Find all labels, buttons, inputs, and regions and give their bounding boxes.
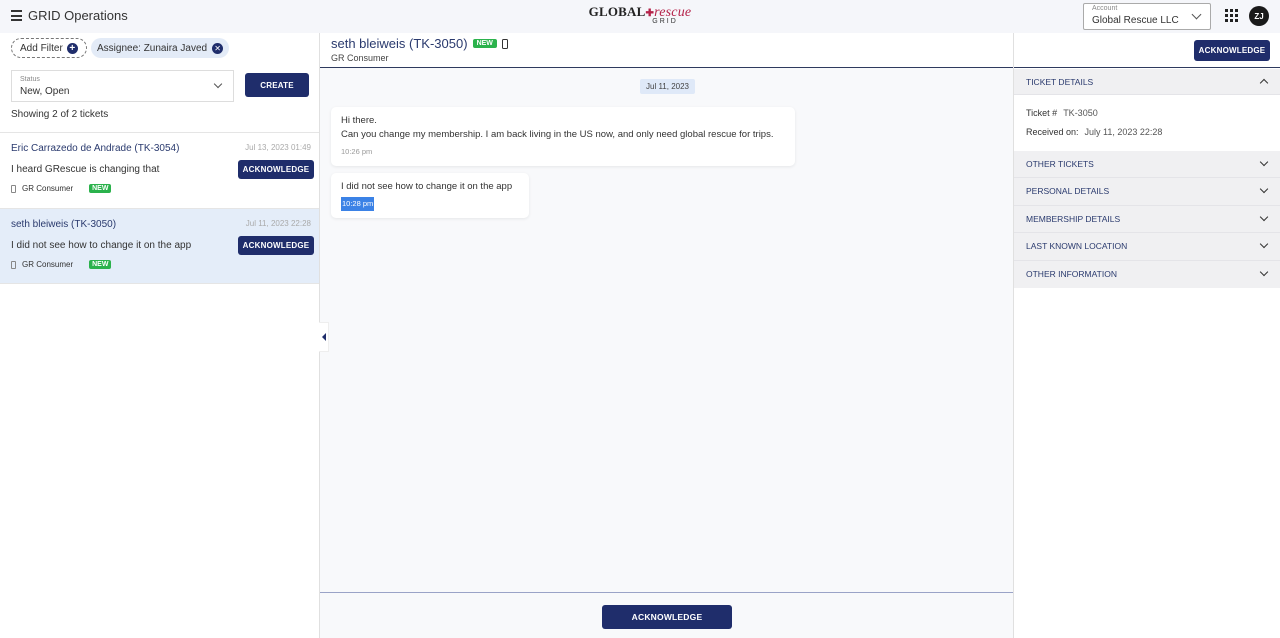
ticket-details-content: Ticket # TK-3050 Received on: July 11, 202… — [1014, 95, 1280, 150]
accordion-other-tickets[interactable]: OTHER TICKETS — [1014, 151, 1280, 178]
received-on-label: Received on: — [1026, 127, 1079, 137]
status-label: Status — [20, 76, 40, 83]
chevron-down-icon — [1191, 9, 1202, 20]
accordion-title: OTHER TICKETS — [1026, 159, 1094, 169]
accordion-title: LAST KNOWN LOCATION — [1026, 241, 1128, 251]
accordion-title: OTHER INFORMATION — [1026, 269, 1117, 279]
new-badge: NEW — [472, 39, 497, 48]
mobile-phone-icon — [11, 260, 16, 269]
ticket-number-label: Ticket # — [1026, 108, 1058, 118]
accordion-ticket-details[interactable]: TICKET DETAILS — [1014, 69, 1280, 95]
message-time: 10:28 pm — [341, 197, 375, 211]
ticket-source: GR Consumer — [22, 184, 74, 193]
chat-title: seth bleiweis (TK-3050) NEW — [331, 36, 508, 51]
message-time: 10:26 pm — [341, 147, 373, 156]
ticket-message: I heard GRescue is changing that — [11, 164, 160, 175]
chevron-up-icon — [1259, 78, 1269, 88]
account-label: Account — [1092, 5, 1118, 12]
mobile-phone-icon — [501, 38, 508, 49]
ticket-source: GR Consumer — [22, 260, 74, 269]
ticket-row[interactable]: seth bleiweis (TK-3050) Jul 11, 2023 22:… — [0, 208, 319, 283]
accordion-last-known-location[interactable]: LAST KNOWN LOCATION — [1014, 233, 1280, 261]
chevron-down-icon — [1259, 184, 1269, 194]
caret-left-icon — [321, 333, 326, 341]
accordion-personal-details[interactable]: PERSONAL DETAILS — [1014, 178, 1280, 206]
ticket-meta: GR Consumer NEW — [11, 184, 112, 193]
apps-grid-icon[interactable] — [1225, 9, 1238, 22]
received-on-value: July 11, 2023 22:28 — [1084, 127, 1163, 137]
ticket-name: Eric Carrazedo de Andrade (TK-3054) — [11, 143, 180, 154]
message-text: Hi there. — [341, 115, 377, 126]
chevron-down-icon — [1259, 157, 1269, 167]
acknowledge-button[interactable]: ACKNOWLEDGE — [238, 160, 314, 179]
ticket-list-panel: Add Filter + Assignee: Zunaira Javed ✕ S… — [0, 33, 320, 638]
chat-subtitle: GR Consumer — [331, 53, 389, 63]
accordion-title: PERSONAL DETAILS — [1026, 186, 1110, 196]
ticket-date: Jul 13, 2023 01:49 — [245, 143, 311, 152]
global-rescue-logo: GLOBAL✚rescue GRID — [585, 4, 695, 25]
collapse-panel-toggle[interactable] — [319, 322, 329, 352]
acknowledge-button[interactable]: ACKNOWLEDGE — [238, 236, 314, 255]
mobile-phone-icon — [11, 184, 16, 193]
assignee-filter-chip[interactable]: Assignee: Zunaira Javed ✕ — [91, 38, 230, 58]
accordion-other-information[interactable]: OTHER INFORMATION — [1014, 261, 1280, 288]
accordion-title: MEMBERSHIP DETAILS — [1026, 214, 1121, 224]
account-select[interactable]: Account Global Rescue LLC — [1083, 3, 1211, 30]
chat-title-text: seth bleiweis (TK-3050) — [331, 36, 468, 51]
create-button[interactable]: CREATE — [245, 73, 309, 97]
ticket-meta: GR Consumer NEW — [11, 260, 112, 269]
ticket-number-value: TK-3050 — [1063, 108, 1098, 118]
ticket-count: Showing 2 of 2 tickets — [11, 109, 109, 120]
top-bar: GRID Operations GLOBAL✚rescue GRID Accou… — [0, 0, 1280, 33]
acknowledge-button[interactable]: ACKNOWLEDGE — [602, 605, 732, 629]
message-text: I did not see how to change it on the ap… — [341, 181, 513, 192]
add-filter-button[interactable]: Add Filter + — [11, 38, 87, 58]
app-title: GRID Operations — [11, 8, 128, 23]
message-bubble: I did not see how to change it on the ap… — [331, 173, 529, 218]
chat-header: seth bleiweis (TK-3050) NEW GR Consumer — [320, 33, 1013, 68]
add-filter-label: Add Filter — [20, 42, 63, 54]
assignee-chip-label: Assignee: Zunaira Javed — [97, 42, 208, 54]
ticket-date: Jul 11, 2023 22:28 — [245, 219, 311, 228]
acknowledge-button[interactable]: ACKNOWLEDGE — [1194, 40, 1270, 61]
new-badge: NEW — [89, 184, 112, 193]
avatar[interactable]: ZJ — [1249, 6, 1269, 26]
chevron-down-icon — [1259, 239, 1269, 249]
chevron-down-icon — [213, 79, 223, 89]
new-badge: NEW — [89, 260, 112, 269]
chat-panel: seth bleiweis (TK-3050) NEW GR Consumer … — [320, 33, 1013, 638]
accordion-membership-details[interactable]: MEMBERSHIP DETAILS — [1014, 206, 1280, 233]
ticket-message: I did not see how to change it on the ap… — [11, 240, 192, 251]
ticket-name: seth bleiweis (TK-3050) — [11, 219, 117, 230]
ticket-row[interactable]: Eric Carrazedo de Andrade (TK-3054) Jul … — [0, 132, 319, 207]
message-text: Can you change my membership. I am back … — [341, 129, 774, 140]
app-title-text: GRID Operations — [28, 8, 128, 23]
date-divider: Jul 11, 2023 — [640, 79, 695, 94]
details-panel: ACKNOWLEDGE TICKET DETAILS Ticket # TK-30… — [1013, 33, 1280, 638]
hamburger-menu-icon[interactable] — [11, 10, 22, 21]
chevron-down-icon — [1259, 212, 1269, 222]
status-value: New, Open — [20, 86, 70, 97]
details-header: ACKNOWLEDGE — [1014, 33, 1280, 68]
remove-filter-icon[interactable]: ✕ — [212, 42, 224, 54]
accordion-title: TICKET DETAILS — [1026, 77, 1094, 87]
chat-footer: ACKNOWLEDGE — [320, 592, 1013, 638]
account-value: Global Rescue LLC — [1092, 15, 1179, 26]
divider — [0, 283, 319, 284]
plus-icon: + — [66, 42, 78, 54]
chevron-down-icon — [1259, 267, 1269, 277]
message-bubble: Hi there. Can you change my membership. … — [331, 107, 795, 166]
status-select[interactable]: Status New, Open — [11, 70, 234, 102]
logo-global: GLOBAL — [588, 4, 646, 19]
